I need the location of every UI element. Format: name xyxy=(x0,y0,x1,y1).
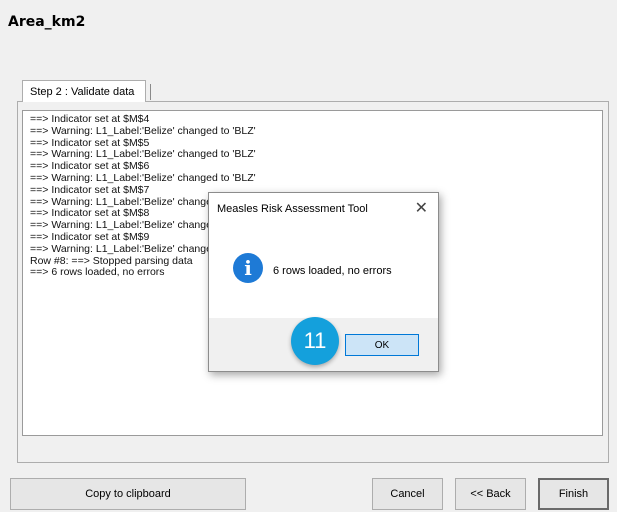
log-line: ==> Indicator set at $M$6 xyxy=(30,161,150,173)
step-number-badge: 11 xyxy=(291,317,339,365)
info-icon: i xyxy=(233,253,263,283)
log-line: ==> Warning: L1_Label:'Belize' changed t… xyxy=(30,125,256,137)
log-line: ==> Indicator set at $M$5 xyxy=(30,137,150,149)
log-line: ==> Warning: L1_Label:'Belize' changed t… xyxy=(30,149,256,161)
ok-button[interactable]: OK xyxy=(345,334,419,356)
finish-button[interactable]: Finish xyxy=(538,478,609,510)
dialog-title: Measles Risk Assessment Tool xyxy=(217,203,368,215)
dialog-message: 6 rows loaded, no errors xyxy=(273,265,392,277)
tab-divider xyxy=(150,84,151,100)
log-line: ==> Warning: L1_Label:'Belize' changed t… xyxy=(30,172,256,184)
log-line: ==> Indicator set at $M$4 xyxy=(30,114,150,125)
back-button[interactable]: << Back xyxy=(455,478,526,510)
tab-validate-data[interactable]: Step 2 : Validate data xyxy=(22,80,146,102)
wizard-window: Area_km2 Step 2 : Validate data ==> Indi… xyxy=(0,0,617,512)
close-icon[interactable]: ✕ xyxy=(415,198,428,218)
copy-to-clipboard-button[interactable]: Copy to clipboard xyxy=(10,478,246,510)
window-title: Area_km2 xyxy=(8,14,86,30)
cancel-button[interactable]: Cancel xyxy=(372,478,443,510)
